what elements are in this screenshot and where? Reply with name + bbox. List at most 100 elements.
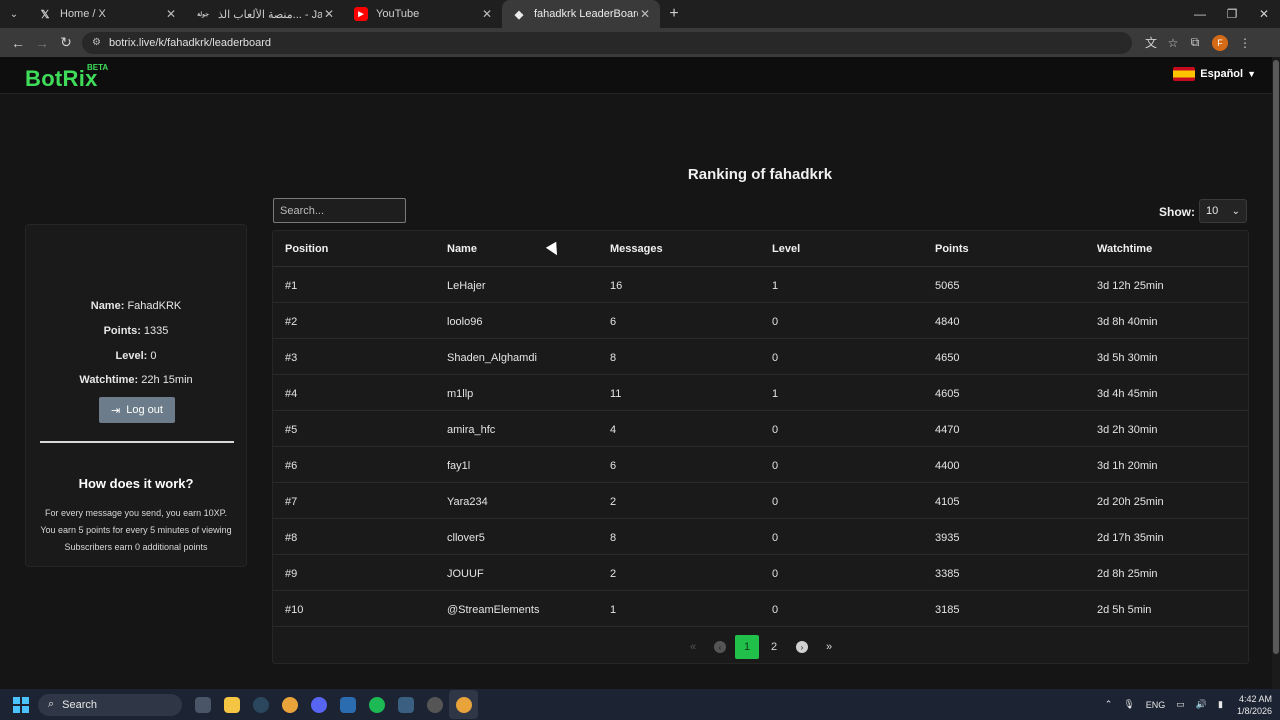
table-row: #3 Shaden_Alghamdi 8 0 4650 3d 5h 30min	[273, 339, 1248, 375]
close-tab-icon[interactable]: ✕	[164, 7, 178, 21]
browser-tab-youtube[interactable]: ▶ YouTube ✕	[344, 0, 502, 28]
tab-search-dropdown[interactable]: ⌄	[0, 0, 28, 28]
cell-watchtime: 3d 5h 30min	[1097, 352, 1158, 364]
mail-icon[interactable]	[333, 690, 362, 719]
clock[interactable]: 4:42 AM 1/8/2026	[1237, 693, 1272, 717]
cell-level: 0	[772, 316, 779, 328]
cell-level: 1	[772, 280, 779, 292]
browser-tab-x[interactable]: 𝕏 Home / X ✕	[28, 0, 186, 28]
cell-watchtime: 2d 17h 35min	[1097, 532, 1164, 544]
back-icon[interactable]: ←	[6, 31, 30, 55]
cell-name: cllover5	[447, 532, 485, 544]
column-header-level[interactable]: Level	[772, 243, 800, 255]
address-bar[interactable]: ⚙ botrix.live/k/fahadkrk/leaderboard	[82, 31, 1132, 54]
steam-icon[interactable]	[246, 690, 275, 719]
battery-icon[interactable]: ▮	[1218, 699, 1223, 710]
minimize-icon[interactable]: —	[1184, 0, 1216, 28]
browser-tabbar: ⌄ 𝕏 Home / X ✕ جولة منصة الألعاب الذ... …	[0, 0, 1280, 28]
table-row: #7 Yara234 2 0 4105 2d 20h 25min	[273, 483, 1248, 519]
extensions-icon[interactable]: ⧉	[1184, 35, 1206, 50]
browser-tab-jawlah[interactable]: جولة منصة الألعاب الذ... - Jawlah | جولة…	[186, 0, 344, 28]
tab-title: منصة الألعاب الذ... - Jawlah | جولة	[218, 8, 322, 21]
cell-messages: 16	[610, 280, 623, 292]
close-tab-icon[interactable]: ✕	[480, 7, 494, 21]
chevron-right-icon: ›	[796, 641, 808, 653]
menu-kebab-icon[interactable]: ⋮	[1234, 36, 1256, 50]
bookmark-star-icon[interactable]: ☆	[1162, 36, 1184, 50]
obs-icon[interactable]	[420, 690, 449, 719]
cell-position: #10	[285, 604, 304, 616]
page-scrollbar[interactable]	[1272, 57, 1280, 689]
leaderboard-table: Position Name Messages Level Points Watc…	[272, 230, 1249, 664]
close-tab-icon[interactable]: ✕	[322, 7, 336, 21]
cell-messages: 6	[610, 460, 617, 472]
profile-avatar[interactable]: F	[1212, 34, 1228, 51]
file-explorer-icon[interactable]	[217, 690, 246, 719]
window-controls: — ❐ ✕	[1184, 0, 1280, 28]
column-header-watchtime[interactable]: Watchtime	[1097, 243, 1152, 255]
cell-name: Yara234	[447, 496, 488, 508]
microphone-icon[interactable]: 🎙	[1123, 699, 1134, 710]
points-label: Points:	[103, 325, 141, 337]
taskview-icon[interactable]	[188, 690, 217, 719]
table-row: #1 LeHajer 16 1 5065 3d 12h 25min	[273, 267, 1248, 303]
cell-level: 0	[772, 532, 779, 544]
how-line: For every message you send, you earn 10X…	[45, 508, 227, 518]
new-tab-button[interactable]: +	[660, 5, 688, 23]
cell-position: #1	[285, 280, 298, 292]
volume-icon[interactable]: 🔊	[1196, 699, 1207, 710]
logout-button[interactable]: ⇥ Log out	[99, 397, 175, 423]
table-row: #4 m1llp 11 1 4605 3d 4h 45min	[273, 375, 1248, 411]
cell-name: fay1l	[447, 460, 471, 472]
chrome-icon[interactable]	[275, 690, 304, 719]
first-page-button[interactable]: «	[681, 635, 705, 659]
input-language[interactable]: ENG	[1146, 700, 1166, 710]
user-level-line: Level: 0	[26, 350, 246, 362]
cell-position: #6	[285, 460, 298, 472]
cell-points: 4400	[935, 460, 960, 472]
cell-level: 0	[772, 604, 779, 616]
steam-alt-icon[interactable]	[391, 690, 420, 719]
network-icon[interactable]: ▭	[1176, 699, 1185, 710]
user-watchtime-line: Watchtime: 22h 15min	[26, 374, 246, 386]
x-logo-icon: 𝕏	[40, 8, 50, 21]
cell-messages: 11	[610, 388, 622, 400]
column-header-name[interactable]: Name	[447, 243, 477, 255]
forward-icon[interactable]: →	[30, 31, 54, 55]
reload-icon[interactable]: ↻	[54, 31, 78, 55]
cell-points: 3185	[935, 604, 960, 616]
url-text: botrix.live/k/fahadkrk/leaderboard	[108, 36, 271, 49]
windows-start-icon[interactable]	[13, 696, 29, 713]
cell-watchtime: 2d 5h 5min	[1097, 604, 1152, 616]
discord-icon[interactable]	[304, 690, 333, 719]
column-header-position[interactable]: Position	[285, 243, 328, 255]
taskbar-search[interactable]: ⌕ Search	[38, 693, 182, 716]
page-size-select[interactable]: 10 ⌄	[1199, 199, 1247, 223]
how-line: Subscribers earn 0 additional points	[64, 542, 208, 552]
column-header-messages[interactable]: Messages	[610, 243, 663, 255]
table-row: #2 loolo96 6 0 4840 3d 8h 40min	[273, 303, 1248, 339]
restore-icon[interactable]: ❐	[1216, 0, 1248, 28]
cell-name: loolo96	[447, 316, 483, 328]
next-page-button[interactable]: ›	[790, 635, 814, 659]
spotify-icon[interactable]	[362, 690, 391, 719]
page-1-button[interactable]: 1	[735, 635, 759, 659]
column-header-points[interactable]: Points	[935, 243, 969, 255]
browser-tab-botrix[interactable]: ◆ fahadkrk LeaderBoard | The best ✕	[502, 0, 660, 28]
cell-watchtime: 3d 2h 30min	[1097, 424, 1158, 436]
close-window-icon[interactable]: ✕	[1248, 0, 1280, 28]
cell-position: #9	[285, 568, 298, 580]
page-2-button[interactable]: 2	[762, 635, 786, 659]
translate-icon[interactable]: 文	[1140, 34, 1162, 51]
search-input[interactable]	[273, 198, 406, 223]
chevron-up-icon[interactable]: ⌃	[1105, 699, 1113, 710]
close-tab-icon[interactable]: ✕	[638, 7, 652, 21]
language-selector[interactable]: Español ▼	[1173, 67, 1256, 81]
prev-page-button[interactable]: ‹	[708, 635, 732, 659]
scrollbar-thumb[interactable]	[1273, 60, 1279, 654]
site-info-icon[interactable]: ⚙	[92, 37, 101, 48]
cell-points: 4650	[935, 352, 960, 364]
last-page-button[interactable]: »	[817, 635, 841, 659]
chrome-active-icon[interactable]	[449, 690, 478, 719]
spain-flag-icon	[1173, 67, 1196, 81]
